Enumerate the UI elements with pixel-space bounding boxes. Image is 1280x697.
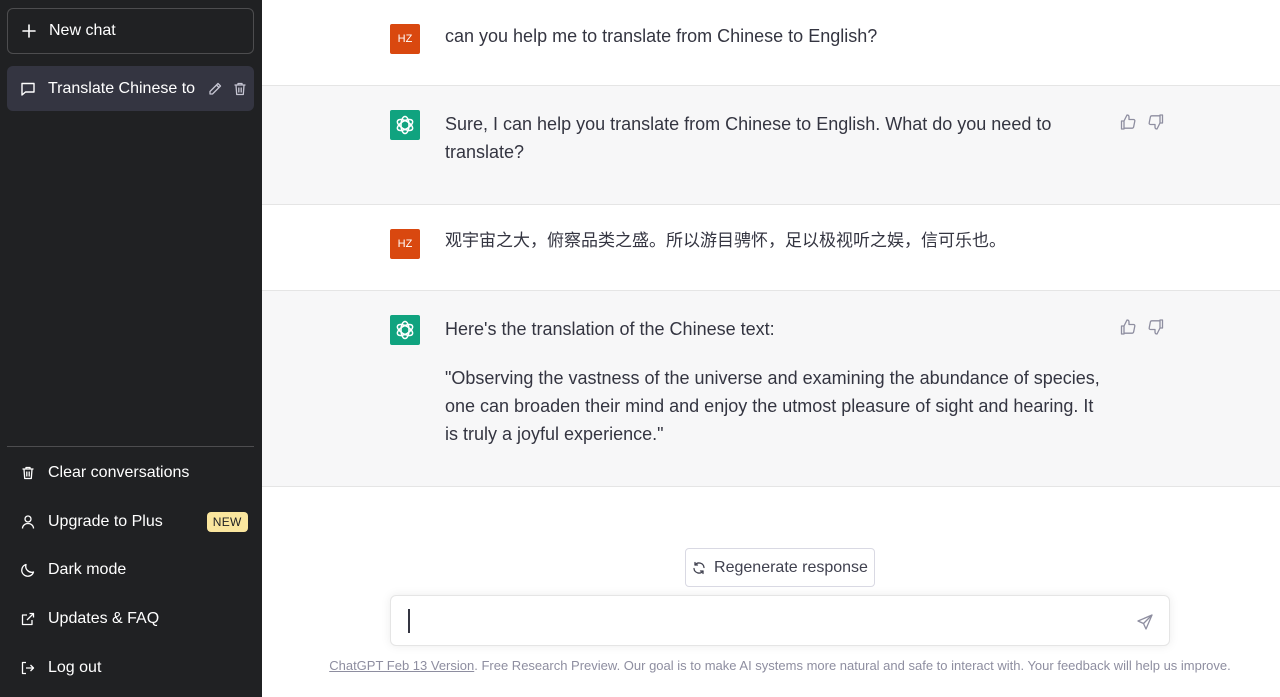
- conversation-item[interactable]: Translate Chinese to E: [7, 66, 254, 111]
- user-avatar: HZ: [390, 229, 420, 259]
- clear-conversations-label: Clear conversations: [48, 464, 190, 481]
- edit-pencil-icon[interactable]: [207, 81, 223, 97]
- dark-mode-label: Dark mode: [48, 561, 127, 578]
- text-caret: [408, 609, 410, 633]
- clear-conversations-button[interactable]: Clear conversations: [7, 451, 254, 495]
- message-input-box[interactable]: [390, 595, 1170, 646]
- chat-main: HZ can you help me to translate from Chi…: [262, 0, 1280, 697]
- updates-faq-link[interactable]: Updates & FAQ: [7, 597, 254, 641]
- new-chat-label: New chat: [49, 22, 116, 39]
- message-paragraph: Here's the translation of the Chinese te…: [445, 319, 775, 339]
- assistant-message: Sure, I can help you translate from Chin…: [262, 86, 1280, 205]
- log-out-button[interactable]: Log out: [7, 646, 254, 690]
- upgrade-to-plus-button[interactable]: Upgrade to Plus NEW: [7, 500, 254, 544]
- thumbs-down-icon[interactable]: [1147, 113, 1165, 131]
- moon-icon: [21, 563, 35, 577]
- chatgpt-logo-icon: [390, 315, 420, 345]
- log-out-icon: [21, 661, 35, 675]
- user-avatar: HZ: [390, 24, 420, 54]
- user-message: HZ can you help me to translate from Chi…: [262, 0, 1280, 86]
- external-link-icon: [21, 612, 35, 626]
- footer-text: . Free Research Preview. Our goal is to …: [474, 658, 1231, 673]
- message-divider: [262, 486, 1280, 487]
- regenerate-response-button[interactable]: Regenerate response: [685, 548, 875, 587]
- upgrade-label: Upgrade to Plus: [48, 513, 163, 530]
- message-text: Sure, I can help you translate from Chin…: [445, 110, 1105, 166]
- assistant-message: Here's the translation of the Chinese te…: [262, 291, 1280, 487]
- footer-disclaimer: ChatGPT Feb 13 Version. Free Research Pr…: [262, 658, 1280, 673]
- log-out-label: Log out: [48, 659, 102, 676]
- trash-icon: [22, 466, 34, 480]
- new-badge: NEW: [206, 512, 248, 532]
- plus-icon: [22, 24, 36, 38]
- thumbs-up-icon[interactable]: [1119, 318, 1137, 336]
- version-link[interactable]: ChatGPT Feb 13 Version: [329, 658, 474, 673]
- message-text: Here's the translation of the Chinese te…: [445, 315, 1105, 448]
- sidebar: New chat Translate Chinese to E Clear co…: [0, 0, 262, 697]
- thumbs-down-icon[interactable]: [1147, 318, 1165, 336]
- trash-icon[interactable]: [232, 81, 248, 97]
- thumbs-up-icon[interactable]: [1119, 113, 1137, 131]
- user-icon: [21, 515, 35, 529]
- new-chat-button[interactable]: New chat: [7, 8, 254, 54]
- message-paragraph: "Observing the vastness of the universe …: [445, 368, 1100, 444]
- updates-faq-label: Updates & FAQ: [48, 610, 160, 627]
- chat-bubble-icon: [21, 82, 35, 96]
- chatgpt-logo-icon: [390, 110, 420, 140]
- refresh-icon: [693, 561, 705, 574]
- user-message: HZ 观宇宙之大，俯察品类之盛。所以游目骋怀，足以极视听之娱，信可乐也。: [262, 205, 1280, 291]
- sidebar-divider: [7, 446, 254, 447]
- message-text: 观宇宙之大，俯察品类之盛。所以游目骋怀，足以极视听之娱，信可乐也。: [445, 231, 1006, 251]
- message-text: can you help me to translate from Chines…: [445, 26, 878, 46]
- conversation-title: Translate Chinese to E: [48, 79, 198, 97]
- message-input[interactable]: [407, 609, 1107, 635]
- message-paragraph: Sure, I can help you translate from Chin…: [445, 114, 1052, 162]
- send-icon[interactable]: [1136, 613, 1154, 631]
- regenerate-label: Regenerate response: [714, 558, 868, 576]
- dark-mode-toggle[interactable]: Dark mode: [7, 548, 254, 592]
